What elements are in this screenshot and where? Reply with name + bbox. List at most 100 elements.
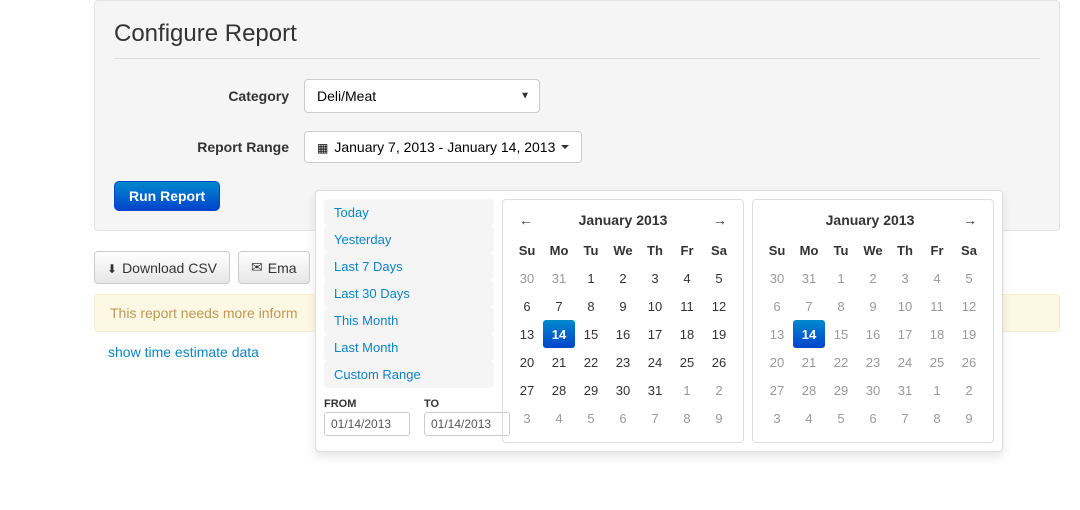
- show-time-estimate-link[interactable]: show time estimate data: [108, 344, 259, 360]
- calendar-day[interactable]: 9: [703, 404, 735, 432]
- range-preset-last-month[interactable]: Last Month: [324, 334, 494, 361]
- calendar-day[interactable]: 23: [607, 348, 639, 376]
- range-preset-yesterday[interactable]: Yesterday: [324, 226, 494, 253]
- calendar-day[interactable]: 19: [953, 320, 985, 348]
- calendar-day[interactable]: 4: [671, 264, 703, 292]
- calendar-day[interactable]: 2: [607, 264, 639, 292]
- calendar-day[interactable]: 17: [639, 320, 671, 348]
- calendar-day[interactable]: 20: [761, 348, 793, 376]
- calendar-day[interactable]: 27: [511, 376, 543, 404]
- calendar-day[interactable]: 5: [703, 264, 735, 292]
- calendar-day[interactable]: 8: [825, 292, 857, 320]
- calendar-day[interactable]: 16: [857, 320, 889, 348]
- calendar-day[interactable]: 7: [543, 292, 575, 320]
- calendar-day[interactable]: 29: [825, 376, 857, 404]
- run-report-button[interactable]: Run Report: [114, 181, 220, 211]
- calendar-day[interactable]: 28: [543, 376, 575, 404]
- range-preset-this-month[interactable]: This Month: [324, 307, 494, 334]
- calendar-day[interactable]: 9: [857, 292, 889, 320]
- calendar-day[interactable]: 3: [639, 264, 671, 292]
- calendar-day[interactable]: 4: [793, 404, 825, 432]
- calendar-day[interactable]: 8: [671, 404, 703, 432]
- calendar-day[interactable]: 31: [543, 264, 575, 292]
- range-preset-last-30-days[interactable]: Last 30 Days: [324, 280, 494, 307]
- calendar-day[interactable]: 4: [921, 264, 953, 292]
- calendar-day[interactable]: 21: [793, 348, 825, 376]
- calendar-day[interactable]: 30: [761, 264, 793, 292]
- calendar-day[interactable]: 20: [511, 348, 543, 376]
- range-preset-last-7-days[interactable]: Last 7 Days: [324, 253, 494, 280]
- calendar-day[interactable]: 31: [639, 376, 671, 404]
- calendar-day[interactable]: 30: [607, 376, 639, 404]
- calendar-day[interactable]: 7: [639, 404, 671, 432]
- email-button[interactable]: Ema: [238, 251, 310, 284]
- calendar-day[interactable]: 12: [703, 292, 735, 320]
- calendar-day[interactable]: 22: [825, 348, 857, 376]
- calendar-day[interactable]: 6: [857, 404, 889, 432]
- calendar-day[interactable]: 1: [921, 376, 953, 404]
- calendar-day[interactable]: 6: [607, 404, 639, 432]
- calendar-day[interactable]: 31: [889, 376, 921, 404]
- calendar-day[interactable]: 1: [575, 264, 607, 292]
- calendar-day[interactable]: 25: [921, 348, 953, 376]
- calendar-day[interactable]: 17: [889, 320, 921, 348]
- calendar-day[interactable]: 18: [671, 320, 703, 348]
- calendar-day[interactable]: 7: [889, 404, 921, 432]
- calendar-day[interactable]: 14: [793, 320, 825, 348]
- calendar-day[interactable]: 28: [793, 376, 825, 404]
- calendar-day[interactable]: 10: [639, 292, 671, 320]
- calendar-day[interactable]: 6: [511, 292, 543, 320]
- range-preset-today[interactable]: Today: [324, 199, 494, 226]
- from-date-input[interactable]: [324, 412, 410, 436]
- calendar-day[interactable]: 14: [543, 320, 575, 348]
- category-select[interactable]: Deli/Meat: [304, 79, 540, 113]
- calendar-day[interactable]: 8: [921, 404, 953, 432]
- range-preset-custom-range[interactable]: Custom Range: [324, 361, 494, 388]
- calendar-day[interactable]: 5: [953, 264, 985, 292]
- download-csv-button[interactable]: Download CSV: [94, 251, 230, 284]
- calendar-day[interactable]: 27: [761, 376, 793, 404]
- calendar-day[interactable]: 15: [825, 320, 857, 348]
- calendar-day[interactable]: 10: [889, 292, 921, 320]
- calendar-day[interactable]: 6: [761, 292, 793, 320]
- calendar-day[interactable]: 18: [921, 320, 953, 348]
- calendar-day[interactable]: 7: [793, 292, 825, 320]
- calendar-day[interactable]: 16: [607, 320, 639, 348]
- calendar-day[interactable]: 1: [671, 376, 703, 404]
- calendar-day[interactable]: 2: [953, 376, 985, 404]
- calendar-day[interactable]: 24: [889, 348, 921, 376]
- to-date-input[interactable]: [424, 412, 510, 436]
- next-month-button[interactable]: →: [707, 210, 733, 230]
- calendar-day[interactable]: 3: [889, 264, 921, 292]
- calendar-day[interactable]: 2: [857, 264, 889, 292]
- calendar-day[interactable]: 22: [575, 348, 607, 376]
- calendar-day[interactable]: 8: [575, 292, 607, 320]
- calendar-day[interactable]: 30: [857, 376, 889, 404]
- calendar-day[interactable]: 26: [703, 348, 735, 376]
- calendar-day[interactable]: 5: [575, 404, 607, 432]
- calendar-day[interactable]: 15: [575, 320, 607, 348]
- calendar-day[interactable]: 5: [825, 404, 857, 432]
- calendar-day[interactable]: 25: [671, 348, 703, 376]
- calendar-day[interactable]: 11: [671, 292, 703, 320]
- calendar-day[interactable]: 1: [825, 264, 857, 292]
- calendar-day[interactable]: 9: [953, 404, 985, 432]
- calendar-day[interactable]: 9: [607, 292, 639, 320]
- calendar-day[interactable]: 29: [575, 376, 607, 404]
- calendar-day[interactable]: 3: [761, 404, 793, 432]
- calendar-day[interactable]: 13: [761, 320, 793, 348]
- next-month-button[interactable]: →: [957, 210, 983, 230]
- calendar-day[interactable]: 30: [511, 264, 543, 292]
- calendar-day[interactable]: 19: [703, 320, 735, 348]
- calendar-day[interactable]: 31: [793, 264, 825, 292]
- calendar-day[interactable]: 4: [543, 404, 575, 432]
- calendar-day[interactable]: 12: [953, 292, 985, 320]
- calendar-day[interactable]: 11: [921, 292, 953, 320]
- calendar-day[interactable]: 26: [953, 348, 985, 376]
- calendar-day[interactable]: 24: [639, 348, 671, 376]
- calendar-day[interactable]: 21: [543, 348, 575, 376]
- prev-month-button[interactable]: ←: [513, 210, 539, 230]
- calendar-day[interactable]: 23: [857, 348, 889, 376]
- calendar-day[interactable]: 3: [511, 404, 543, 432]
- calendar-day[interactable]: 2: [703, 376, 735, 404]
